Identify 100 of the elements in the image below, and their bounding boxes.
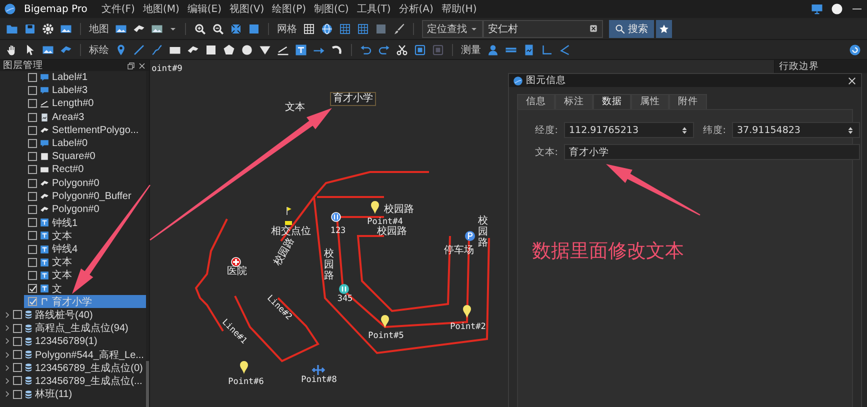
restore-icon[interactable] [127, 62, 135, 70]
menu-item[interactable]: 编辑(E) [187, 2, 222, 16]
checkbox[interactable] [13, 324, 22, 333]
checkbox[interactable] [28, 204, 37, 214]
checkbox[interactable] [13, 390, 22, 399]
layer-item[interactable]: SettlementPolygo... [24, 124, 146, 137]
polygon-icon[interactable] [187, 44, 199, 56]
layer-item[interactable]: 文 [24, 282, 146, 296]
checkbox[interactable] [28, 178, 37, 188]
folder-icon[interactable] [6, 22, 18, 34]
checkbox[interactable] [28, 73, 37, 82]
text-field[interactable]: 育才小学 [564, 144, 860, 160]
layer-item[interactable]: Rect#0 [24, 163, 146, 176]
layer-group-name[interactable]: Polygon#544_高程_Le... [35, 348, 144, 362]
avatar-icon[interactable] [831, 3, 843, 15]
line-icon[interactable] [133, 44, 145, 56]
layer-item[interactable]: 钟线4 [24, 242, 146, 256]
layer-item[interactable]: 钟线1 [24, 216, 146, 230]
redo-icon[interactable] [378, 44, 390, 56]
text-icon[interactable] [295, 44, 307, 56]
checkbox[interactable] [13, 376, 22, 386]
circle-icon[interactable] [241, 44, 253, 56]
curve-icon[interactable] [151, 44, 163, 56]
close-icon[interactable] [847, 76, 857, 86]
undo-icon[interactable] [360, 44, 372, 56]
layer-group-name[interactable]: 123456789_生成点位(0) [35, 360, 143, 375]
checkbox[interactable] [28, 231, 37, 240]
menu-item[interactable]: 制图(C) [314, 2, 349, 16]
circle-marker-icon[interactable] [331, 212, 341, 222]
search-field[interactable]: 安仁村 [483, 20, 603, 38]
layer-item[interactable]: Label#0 [24, 136, 146, 150]
checkbox[interactable] [13, 336, 22, 346]
checkbox[interactable] [28, 126, 37, 135]
flag-icon[interactable] [286, 206, 292, 216]
menu-item[interactable]: 绘图(P) [272, 2, 306, 16]
map-image-icon[interactable] [115, 22, 127, 34]
menu-item[interactable]: 文件(F) [101, 2, 135, 16]
circle-marker-icon[interactable] [339, 284, 349, 294]
checkbox[interactable] [28, 258, 37, 267]
menu-item[interactable]: 视图(V) [230, 2, 264, 16]
layer-item[interactable]: 文本 [24, 256, 146, 269]
layer-group-name[interactable]: 路线桩号(40) [35, 308, 93, 322]
square-icon[interactable] [205, 44, 217, 56]
globe-icon[interactable] [321, 22, 333, 34]
checkbox[interactable] [28, 99, 37, 108]
pentagon-icon[interactable] [223, 44, 235, 56]
marker-icon[interactable] [285, 221, 292, 225]
tab[interactable]: 附件 [669, 94, 707, 109]
zoom-in-icon[interactable] [194, 22, 206, 34]
search-button[interactable]: 搜索 [609, 20, 654, 38]
layer-item[interactable]: Polygon#0 [24, 176, 146, 190]
checkbox[interactable] [28, 218, 37, 228]
pin-icon[interactable] [115, 44, 127, 56]
layer-item[interactable]: Polygon#0_Buffer [24, 190, 146, 203]
number-field[interactable]: 112.91765213 [564, 122, 694, 138]
checkbox[interactable] [28, 270, 37, 280]
cursor-icon[interactable] [24, 44, 36, 56]
layer-group-name[interactable]: 123456789_生成点位(... [35, 374, 142, 388]
layer-item[interactable]: 文本 [24, 268, 146, 282]
tab[interactable]: 属性 [631, 94, 669, 109]
layer-item[interactable]: Label#3 [24, 84, 146, 98]
checkbox[interactable] [28, 297, 37, 306]
clear-icon[interactable] [589, 24, 598, 33]
menu-item[interactable]: 地图(M) [142, 2, 180, 16]
map-pin-icon[interactable] [381, 315, 389, 328]
checkbox[interactable] [28, 284, 37, 294]
map-pin-icon[interactable] [463, 305, 471, 318]
tab[interactable]: 数据 [593, 94, 631, 109]
map-pin-icon[interactable] [371, 201, 379, 214]
close-icon[interactable] [138, 62, 146, 70]
monitor-icon[interactable] [811, 3, 823, 15]
zoom-out-icon[interactable] [212, 22, 224, 34]
parking-marker-icon[interactable] [465, 231, 475, 241]
checkbox[interactable] [28, 192, 37, 201]
layer-group-name[interactable]: 123456789(1) [35, 336, 98, 347]
layer-item[interactable]: Polygon#0 [24, 202, 146, 216]
road-line[interactable] [312, 171, 490, 354]
checkbox[interactable] [28, 112, 37, 122]
checkbox[interactable] [28, 139, 37, 148]
scissors-icon[interactable] [396, 44, 408, 56]
medical-cross-icon[interactable] [231, 257, 241, 267]
image-icon[interactable] [60, 22, 72, 34]
checkbox[interactable] [28, 165, 37, 174]
angle-icon[interactable] [277, 44, 289, 56]
image-icon[interactable] [151, 22, 163, 34]
brush-icon[interactable] [393, 22, 405, 34]
number-field[interactable]: 37.91154823 [732, 122, 860, 138]
favorite-button[interactable] [656, 20, 672, 38]
checkbox[interactable] [13, 350, 22, 360]
layer-item[interactable]: 文本 [24, 229, 146, 242]
copy-icon[interactable] [414, 44, 426, 56]
menu-item[interactable]: 帮助(H) [441, 2, 477, 16]
layer-item[interactable]: Area#3 [24, 110, 146, 124]
document-icon[interactable] [523, 44, 535, 56]
layer-group-name[interactable]: 林班(11) [35, 387, 72, 402]
tab[interactable]: 标注 [555, 94, 593, 109]
settings-icon[interactable] [42, 22, 54, 34]
airplane-icon[interactable] [311, 364, 326, 376]
checkbox[interactable] [28, 86, 37, 96]
refresh-icon[interactable] [849, 44, 861, 56]
